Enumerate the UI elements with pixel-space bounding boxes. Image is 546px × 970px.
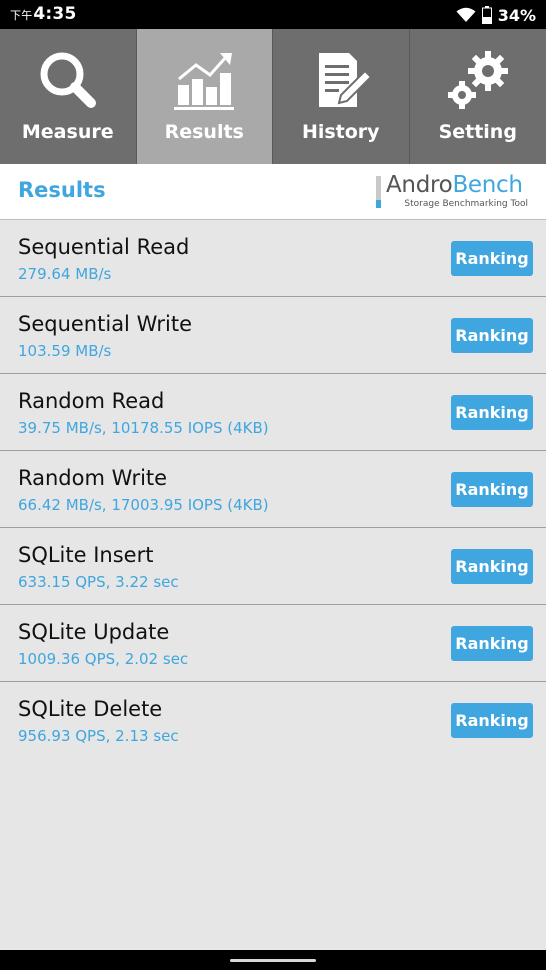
result-value: 66.42 MB/s, 17003.95 IOPS (4KB) [18,496,269,514]
home-gesture-handle[interactable] [230,959,316,962]
tab-measure[interactable]: Measure [0,29,137,164]
bar-chart-icon [174,53,235,110]
status-time: 下午4:35 [10,4,77,24]
battery-percent: 34% [497,5,536,25]
results-list: Sequential Read 279.64 MB/s Ranking Sequ… [0,220,546,759]
result-value: 279.64 MB/s [18,265,112,283]
ranking-button-sqlite-insert[interactable]: Ranking [451,549,533,584]
results-header: Results AndroBench Storage Benchmarking … [0,164,546,220]
result-row-sqlite-insert: SQLite Insert 633.15 QPS, 3.22 sec Ranki… [0,528,546,605]
result-name: SQLite Delete [18,697,163,721]
ranking-button-sequential-write[interactable]: Ranking [451,318,533,353]
tab-history-label: History [301,121,380,143]
result-value: 1009.36 QPS, 2.02 sec [18,650,189,668]
result-value: 956.93 QPS, 2.13 sec [18,727,179,745]
result-row-sqlite-delete: SQLite Delete 956.93 QPS, 2.13 sec Ranki… [0,682,546,759]
tab-setting-label: Setting [438,121,517,143]
logo-wordmark: AndroBench [386,172,523,198]
battery-icon [481,6,492,24]
gears-icon [447,51,508,109]
ranking-button-sqlite-update[interactable]: Ranking [451,626,533,661]
page-title: Results [18,178,106,202]
logo-subtitle: Storage Benchmarking Tool [404,199,528,209]
logo-mark-icon [376,176,381,208]
result-row-sequential-write: Sequential Write 103.59 MB/s Ranking [0,297,546,374]
androbench-logo: AndroBench Storage Benchmarking Tool [376,172,528,210]
magnifier-icon [40,52,96,108]
ranking-button-random-write[interactable]: Ranking [451,472,533,507]
result-name: Random Read [18,389,165,413]
wifi-icon [456,7,476,22]
ranking-button-sequential-read[interactable]: Ranking [451,241,533,276]
ranking-button-sqlite-delete[interactable]: Ranking [451,703,533,738]
tab-results-label: Results [164,121,244,143]
system-nav-bar [0,950,546,970]
logo-andro: Andro [386,172,453,198]
result-value: 103.59 MB/s [18,342,112,360]
ranking-button-random-read[interactable]: Ranking [451,395,533,430]
result-name: Sequential Read [18,235,190,259]
result-name: SQLite Insert [18,543,154,567]
status-clock: 4:35 [33,4,77,24]
tab-history[interactable]: History [273,29,410,164]
main-tab-bar: Measure Results History Setting [0,29,546,164]
status-bar: 下午4:35 34% [0,0,546,29]
result-value: 633.15 QPS, 3.22 sec [18,573,179,591]
result-row-sqlite-update: SQLite Update 1009.36 QPS, 2.02 sec Rank… [0,605,546,682]
status-icons: 34% [456,4,536,26]
result-name: Sequential Write [18,312,193,336]
clipboard-icon [318,53,373,107]
result-name: SQLite Update [18,620,170,644]
result-row-sequential-read: Sequential Read 279.64 MB/s Ranking [0,220,546,297]
result-row-random-read: Random Read 39.75 MB/s, 10178.55 IOPS (4… [0,374,546,451]
status-ampm: 下午 [10,9,33,22]
result-value: 39.75 MB/s, 10178.55 IOPS (4KB) [18,419,269,437]
tab-setting[interactable]: Setting [409,29,546,164]
result-row-random-write: Random Write 66.42 MB/s, 17003.95 IOPS (… [0,451,546,528]
tab-results[interactable]: Results [136,29,273,164]
androbench-screen: 下午4:35 34% Measure Results History Setti… [0,0,546,970]
result-name: Random Write [18,466,168,490]
tab-measure-label: Measure [21,121,114,143]
logo-bench: Bench [452,172,523,198]
